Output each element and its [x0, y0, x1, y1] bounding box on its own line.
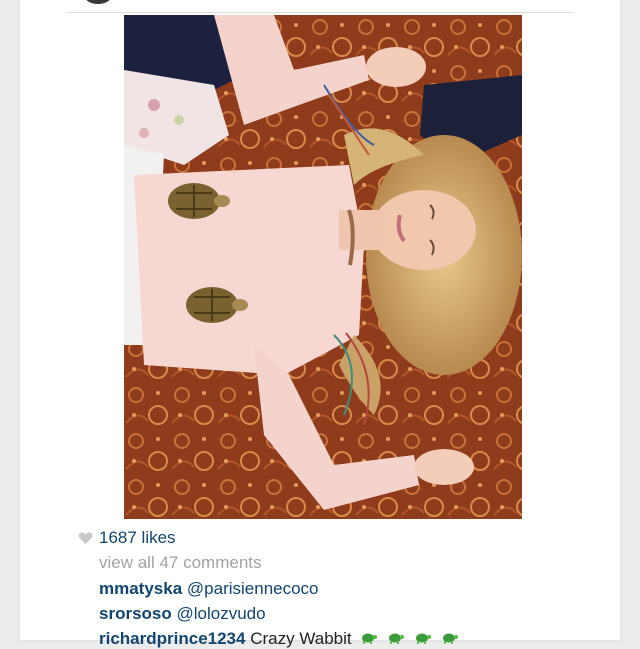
comment-row: mmatyska @parisiennecoco: [99, 579, 319, 599]
turtle-emoji: [415, 633, 432, 644]
view-all-comments-link[interactable]: view all 47 comments: [99, 553, 262, 573]
post-photo[interactable]: [124, 15, 522, 519]
turtle-emoji: [362, 633, 378, 644]
likes-row: 1687 likes: [78, 527, 176, 549]
comment-row: richardprince1234 Crazy Wabbit: [99, 629, 459, 649]
turtle-emoji: [442, 633, 458, 644]
comment-row: srorsoso @lolozvudo: [99, 604, 266, 624]
heart-icon[interactable]: [78, 531, 93, 545]
turtle-emoji: [389, 633, 405, 644]
avatar[interactable]: [84, 0, 112, 4]
comment-text[interactable]: @parisiennecoco: [187, 579, 319, 598]
comment-username[interactable]: mmatyska: [99, 579, 182, 598]
comment-username[interactable]: richardprince1234: [99, 629, 245, 648]
likes-count[interactable]: 1687 likes: [99, 528, 176, 548]
header-divider: [68, 12, 572, 13]
comment-username[interactable]: srorsoso: [99, 604, 172, 623]
comment-text[interactable]: @lolozvudo: [176, 604, 265, 623]
instagram-post-card: 1687 likes view all 47 comments mmatyska…: [20, 0, 620, 648]
comment-text: Crazy Wabbit: [250, 629, 352, 648]
